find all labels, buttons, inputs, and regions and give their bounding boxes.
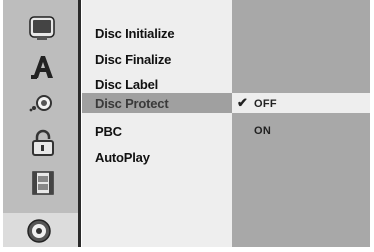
film-icon — [32, 171, 54, 195]
menu-item-disc-label[interactable]: Disc Label — [95, 77, 158, 93]
dvd-setup-screen: Disc Initialize Disc Finalize Disc Label… — [0, 0, 374, 247]
option-on[interactable]: ON — [254, 124, 271, 138]
disc-icon — [27, 219, 51, 243]
audio-icon — [29, 95, 52, 112]
sidebar-item-lock[interactable] — [11, 128, 73, 158]
checkmark-icon: ✔ — [237, 95, 249, 110]
option-panel: ✔ OFF ON — [232, 0, 370, 247]
sidebar-item-disc[interactable] — [3, 213, 78, 247]
menu-item-disc-initialize[interactable]: Disc Initialize — [95, 26, 175, 42]
sidebar-item-audio[interactable] — [11, 88, 73, 118]
monitor-icon — [29, 16, 55, 40]
menu-item-autoplay[interactable]: AutoPlay — [95, 150, 150, 166]
sidebar-item-display[interactable] — [11, 14, 73, 44]
disc-menu: Disc Initialize Disc Finalize Disc Label… — [82, 0, 232, 247]
option-off[interactable]: OFF — [254, 97, 277, 111]
language-icon — [31, 56, 53, 79]
screen-edge — [370, 0, 374, 247]
menu-item-disc-protect[interactable]: Disc Protect — [95, 96, 169, 112]
sidebar-item-recording[interactable] — [11, 168, 73, 198]
category-icon-sidebar — [3, 0, 79, 247]
option-selection-highlight — [232, 93, 370, 113]
sidebar-item-language[interactable] — [11, 52, 73, 82]
column-divider — [78, 0, 81, 247]
lock-icon — [32, 129, 54, 156]
menu-item-pbc[interactable]: PBC — [95, 124, 122, 140]
menu-item-disc-finalize[interactable]: Disc Finalize — [95, 52, 171, 68]
